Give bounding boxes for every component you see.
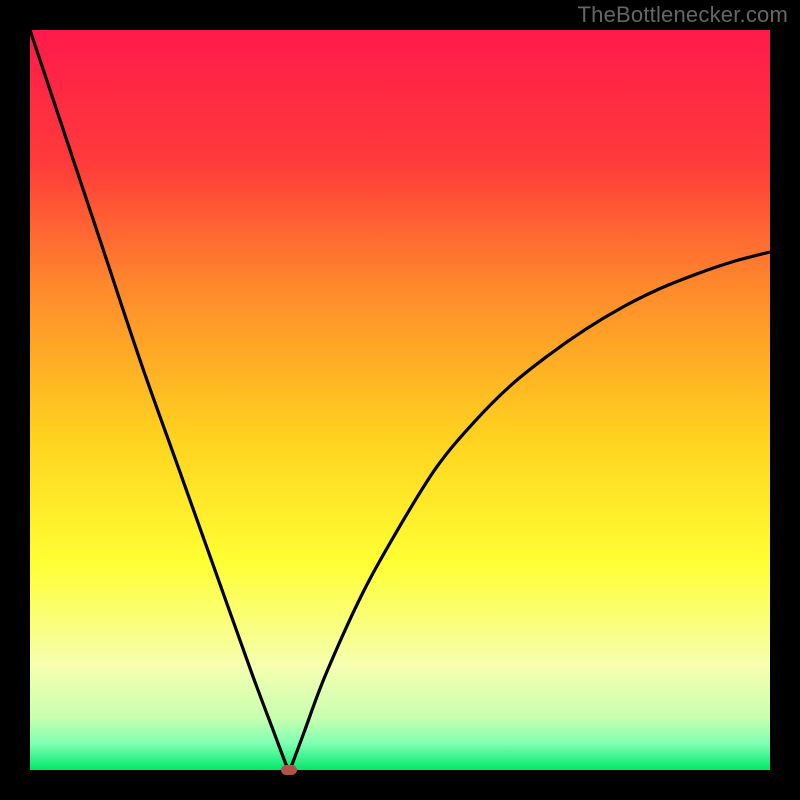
watermark-text: TheBottlenecker.com — [578, 2, 788, 28]
minimum-marker — [281, 765, 297, 775]
gradient-background — [30, 30, 770, 770]
plot-area — [30, 30, 770, 770]
chart-frame: TheBottlenecker.com — [0, 0, 800, 800]
bottleneck-chart-svg — [30, 30, 770, 770]
